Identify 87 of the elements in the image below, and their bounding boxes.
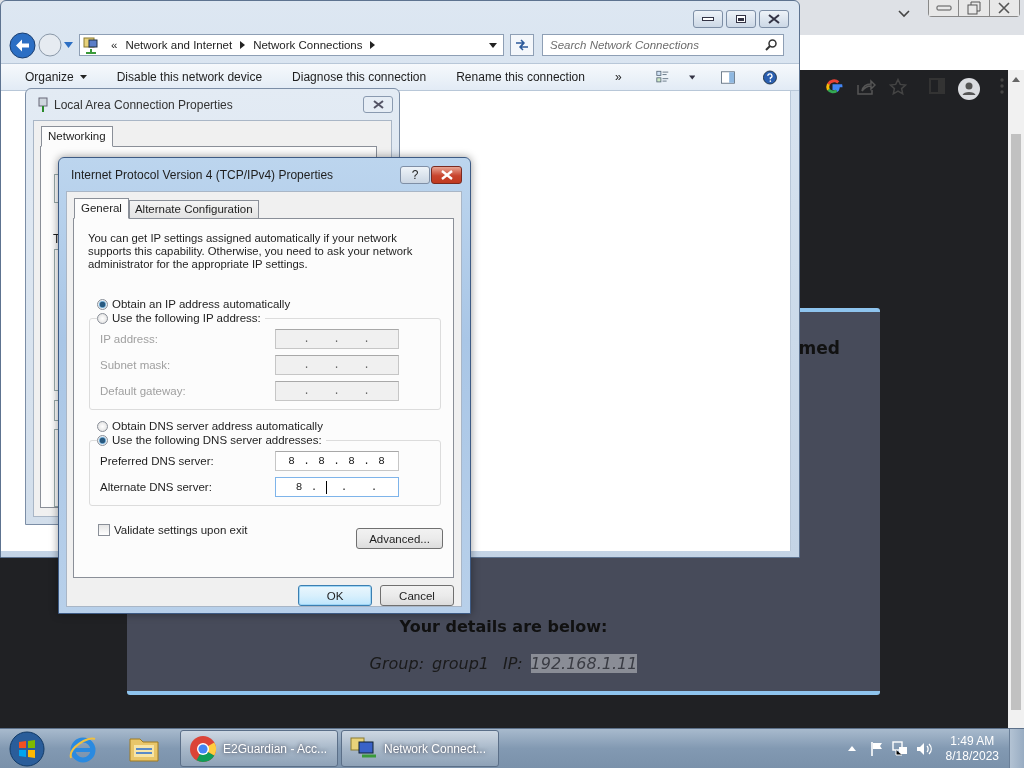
dialog-tab[interactable]: General xyxy=(74,198,129,219)
restore-icon xyxy=(967,1,981,15)
dialog-tab[interactable]: Networking xyxy=(41,126,113,147)
profile-icon[interactable] xyxy=(958,78,980,100)
breadcrumb-overflow[interactable]: « xyxy=(111,39,118,51)
breadcrumb-item[interactable]: Network and Internet xyxy=(125,39,233,51)
network-status-icon[interactable] xyxy=(891,740,908,757)
ip-address-field[interactable]: 8 . . . xyxy=(275,477,399,497)
refresh-icon xyxy=(515,39,529,51)
toolbar-command[interactable]: Disable this network device xyxy=(110,70,269,84)
scrollbar[interactable] xyxy=(1008,70,1024,728)
field-label: Alternate DNS server: xyxy=(100,481,213,493)
back-icon[interactable] xyxy=(9,31,36,59)
radio-button[interactable] xyxy=(97,312,108,324)
search-icon xyxy=(765,39,777,51)
field-label: Default gateway: xyxy=(100,385,187,397)
option-label[interactable]: Use the following DNS server addresses: xyxy=(112,434,322,446)
address-bar[interactable]: « Network and Internet Network Connections xyxy=(79,34,504,56)
minimize-icon xyxy=(935,5,952,11)
caret-icon[interactable] xyxy=(688,74,696,80)
maximize-icon xyxy=(736,15,746,23)
close-icon xyxy=(440,169,453,180)
maximize-button[interactable] xyxy=(726,10,756,28)
field-label: Preferred DNS server: xyxy=(100,455,215,467)
page-heading: med xyxy=(798,338,840,358)
ip-address-field[interactable]: 8 . 8 . 8 . 8 xyxy=(275,451,399,471)
checkbox-label[interactable]: Validate settings upon exit xyxy=(114,524,248,536)
intro-text: You can get IP settings assigned automatically if your network supports this capability. Otherwise, you need to ask your network administrator for the appropriate IP settings. xyxy=(88,232,414,271)
volume-icon[interactable] xyxy=(915,741,932,756)
view-options-icon[interactable] xyxy=(655,69,669,85)
close-button[interactable] xyxy=(759,10,789,28)
detail-value: 192.168.1.11 xyxy=(530,654,638,673)
caret-icon xyxy=(79,75,87,79)
network-adapter-icon xyxy=(38,96,48,113)
field-label: IP address: xyxy=(100,333,159,345)
details-heading: Your details are below: xyxy=(399,617,608,636)
advanced-button[interactable]: Advanced... xyxy=(356,528,443,549)
close-icon xyxy=(768,14,780,24)
tab-search-icon[interactable] xyxy=(898,10,910,18)
dropdown-icon[interactable] xyxy=(489,42,497,48)
close-button[interactable] xyxy=(363,96,393,113)
checkbox[interactable] xyxy=(98,524,110,536)
start-button[interactable] xyxy=(9,730,45,767)
close-button[interactable] xyxy=(431,165,462,184)
option-label[interactable]: Obtain an IP address automatically xyxy=(112,298,291,310)
organize-menu[interactable]: Organize xyxy=(19,70,93,84)
scroll-thumb[interactable] xyxy=(1011,134,1021,710)
option-label[interactable]: Use the following IP address: xyxy=(112,312,261,324)
breadcrumb-arrow-icon[interactable] xyxy=(240,41,246,49)
preview-pane-icon[interactable] xyxy=(721,69,736,85)
show-desktop-button[interactable] xyxy=(1009,728,1024,768)
option-label[interactable]: Obtain DNS server address automatically xyxy=(112,420,323,432)
restore-button[interactable] xyxy=(959,0,990,16)
close-icon xyxy=(372,100,384,109)
dialog-button[interactable]: OK xyxy=(298,585,372,606)
minimize-icon xyxy=(702,17,714,21)
scroll-up-icon[interactable] xyxy=(1012,76,1020,82)
help-icon[interactable] xyxy=(763,68,777,86)
detail-value: group1 xyxy=(432,654,490,673)
field-label: Subnet mask: xyxy=(100,359,172,371)
refresh-button[interactable] xyxy=(510,34,534,56)
help-button[interactable]: ? xyxy=(400,165,430,184)
toolbar-command[interactable]: Rename this connection xyxy=(450,70,591,84)
radio-button[interactable] xyxy=(97,434,108,446)
breadcrumb-item[interactable]: Network Connections xyxy=(253,39,363,51)
dialog-title: Internet Protocol Version 4 (TCP/IPv4) Properties xyxy=(71,167,334,182)
flag-icon[interactable] xyxy=(869,741,884,756)
dialog-button[interactable]: Cancel xyxy=(380,585,454,606)
show-hidden-icons-icon[interactable] xyxy=(847,746,856,751)
radio-button[interactable] xyxy=(97,298,108,310)
dialog-title: Local Area Connection Properties xyxy=(54,97,233,112)
more-commands-button[interactable]: » xyxy=(608,70,628,84)
history-dropdown-icon[interactable] xyxy=(64,42,73,48)
dialog-tab[interactable]: Alternate Configuration xyxy=(128,200,259,219)
detail-label: Group: xyxy=(369,654,425,673)
close-icon xyxy=(997,2,1012,14)
breadcrumb-arrow-icon[interactable] xyxy=(370,41,376,49)
close-button[interactable] xyxy=(989,0,1019,16)
browser-icon xyxy=(189,734,217,763)
radio-button[interactable] xyxy=(97,420,108,432)
minimize-button[interactable] xyxy=(693,10,723,28)
star-icon[interactable] xyxy=(889,78,907,96)
network-folder-icon xyxy=(83,36,99,54)
detail-label: IP: xyxy=(503,654,523,673)
toolbar-command[interactable]: Diagnose this connection xyxy=(286,70,433,84)
search-field[interactable]: Search Network Connections xyxy=(542,34,784,56)
google-icon[interactable] xyxy=(825,78,843,96)
